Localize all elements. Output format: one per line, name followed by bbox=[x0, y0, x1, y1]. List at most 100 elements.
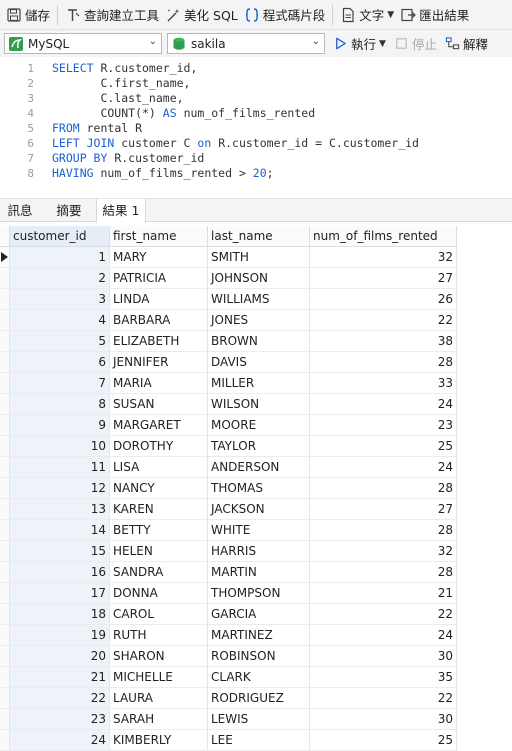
column-header-last-name[interactable]: last_name bbox=[208, 226, 310, 247]
cell-last-name[interactable]: RODRIGUEZ bbox=[208, 688, 310, 709]
cell-first-name[interactable]: JENNIFER bbox=[110, 352, 208, 373]
table-row[interactable]: 15 HELEN HARRIS 32 bbox=[0, 541, 512, 562]
row-selector[interactable] bbox=[0, 688, 10, 709]
cell-first-name[interactable]: KIMBERLY bbox=[110, 730, 208, 751]
table-row[interactable]: 22 LAURA RODRIGUEZ 22 bbox=[0, 688, 512, 709]
cell-customer-id[interactable]: 15 bbox=[10, 541, 110, 562]
connection-select[interactable]: MySQL ⌄ bbox=[4, 33, 162, 54]
table-row[interactable]: 8 SUSAN WILSON 24 bbox=[0, 394, 512, 415]
row-selector[interactable] bbox=[0, 562, 10, 583]
table-row[interactable]: 1 MARY SMITH 32 bbox=[0, 247, 512, 268]
cell-customer-id[interactable]: 24 bbox=[10, 730, 110, 751]
cell-first-name[interactable]: CAROL bbox=[110, 604, 208, 625]
row-selector[interactable] bbox=[0, 310, 10, 331]
row-selector[interactable] bbox=[0, 541, 10, 562]
cell-num-of-films-rented[interactable]: 26 bbox=[310, 289, 457, 310]
cell-customer-id[interactable]: 23 bbox=[10, 709, 110, 730]
cell-num-of-films-rented[interactable]: 24 bbox=[310, 625, 457, 646]
table-row[interactable]: 3 LINDA WILLIAMS 26 bbox=[0, 289, 512, 310]
sql-editor[interactable]: 1 SELECT R.customer_id, 2 C.first_name, 3 C… bbox=[0, 57, 512, 197]
table-row[interactable]: 10 DOROTHY TAYLOR 25 bbox=[0, 436, 512, 457]
table-row[interactable]: 2 PATRICIA JOHNSON 27 bbox=[0, 268, 512, 289]
row-selector[interactable] bbox=[0, 289, 10, 310]
row-selector[interactable] bbox=[0, 331, 10, 352]
cell-first-name[interactable]: MARY bbox=[110, 247, 208, 268]
table-row[interactable]: 24 KIMBERLY LEE 25 bbox=[0, 730, 512, 751]
row-selector[interactable] bbox=[0, 352, 10, 373]
cell-last-name[interactable]: SMITH bbox=[208, 247, 310, 268]
cell-num-of-films-rented[interactable]: 33 bbox=[310, 373, 457, 394]
cell-customer-id[interactable]: 4 bbox=[10, 310, 110, 331]
cell-first-name[interactable]: LAURA bbox=[110, 688, 208, 709]
cell-num-of-films-rented[interactable]: 32 bbox=[310, 247, 457, 268]
table-row[interactable]: 18 CAROL GARCIA 22 bbox=[0, 604, 512, 625]
cell-first-name[interactable]: SHARON bbox=[110, 646, 208, 667]
row-selector[interactable] bbox=[0, 415, 10, 436]
cell-last-name[interactable]: BROWN bbox=[208, 331, 310, 352]
row-selector[interactable] bbox=[0, 499, 10, 520]
beautify-sql-button[interactable]: 美化 SQL bbox=[162, 2, 241, 28]
cell-first-name[interactable]: MICHELLE bbox=[110, 667, 208, 688]
stop-button[interactable]: 停止 bbox=[394, 34, 437, 53]
cell-first-name[interactable]: MARIA bbox=[110, 373, 208, 394]
cell-customer-id[interactable]: 6 bbox=[10, 352, 110, 373]
cell-first-name[interactable]: SANDRA bbox=[110, 562, 208, 583]
table-row[interactable]: 11 LISA ANDERSON 24 bbox=[0, 457, 512, 478]
table-row[interactable]: 19 RUTH MARTINEZ 24 bbox=[0, 625, 512, 646]
column-header-customer-id[interactable]: customer_id bbox=[10, 226, 110, 247]
cell-customer-id[interactable]: 22 bbox=[10, 688, 110, 709]
cell-num-of-films-rented[interactable]: 28 bbox=[310, 562, 457, 583]
cell-first-name[interactable]: KAREN bbox=[110, 499, 208, 520]
cell-last-name[interactable]: LEWIS bbox=[208, 709, 310, 730]
row-selector[interactable] bbox=[0, 709, 10, 730]
cell-customer-id[interactable]: 13 bbox=[10, 499, 110, 520]
cell-customer-id[interactable]: 8 bbox=[10, 394, 110, 415]
cell-customer-id[interactable]: 1 bbox=[10, 247, 110, 268]
cell-customer-id[interactable]: 18 bbox=[10, 604, 110, 625]
cell-first-name[interactable]: DONNA bbox=[110, 583, 208, 604]
cell-customer-id[interactable]: 9 bbox=[10, 415, 110, 436]
row-selector[interactable] bbox=[0, 667, 10, 688]
cell-first-name[interactable]: HELEN bbox=[110, 541, 208, 562]
tab-message[interactable]: 訊息 bbox=[0, 199, 40, 222]
cell-num-of-films-rented[interactable]: 30 bbox=[310, 709, 457, 730]
save-button[interactable]: 儲存 bbox=[3, 2, 53, 28]
export-results-button[interactable]: 匯出結果 bbox=[397, 2, 472, 28]
cell-last-name[interactable]: MILLER bbox=[208, 373, 310, 394]
cell-customer-id[interactable]: 10 bbox=[10, 436, 110, 457]
row-selector[interactable] bbox=[0, 646, 10, 667]
table-row[interactable]: 14 BETTY WHITE 28 bbox=[0, 520, 512, 541]
table-row[interactable]: 4 BARBARA JONES 22 bbox=[0, 310, 512, 331]
cell-last-name[interactable]: ROBINSON bbox=[208, 646, 310, 667]
table-row[interactable]: 12 NANCY THOMAS 28 bbox=[0, 478, 512, 499]
cell-last-name[interactable]: THOMPSON bbox=[208, 583, 310, 604]
table-row[interactable]: 5 ELIZABETH BROWN 38 bbox=[0, 331, 512, 352]
cell-customer-id[interactable]: 20 bbox=[10, 646, 110, 667]
cell-last-name[interactable]: THOMAS bbox=[208, 478, 310, 499]
row-selector[interactable] bbox=[0, 625, 10, 646]
cell-customer-id[interactable]: 19 bbox=[10, 625, 110, 646]
cell-num-of-films-rented[interactable]: 24 bbox=[310, 457, 457, 478]
cell-num-of-films-rented[interactable]: 35 bbox=[310, 667, 457, 688]
table-row[interactable]: 17 DONNA THOMPSON 21 bbox=[0, 583, 512, 604]
cell-last-name[interactable]: CLARK bbox=[208, 667, 310, 688]
cell-last-name[interactable]: WHITE bbox=[208, 520, 310, 541]
cell-customer-id[interactable]: 17 bbox=[10, 583, 110, 604]
tab-result-1[interactable]: 結果 1 bbox=[96, 199, 146, 223]
cell-num-of-films-rented[interactable]: 25 bbox=[310, 436, 457, 457]
cell-last-name[interactable]: HARRIS bbox=[208, 541, 310, 562]
cell-last-name[interactable]: WILSON bbox=[208, 394, 310, 415]
cell-last-name[interactable]: JACKSON bbox=[208, 499, 310, 520]
query-builder-button[interactable]: 查詢建立工具 bbox=[62, 2, 162, 28]
row-selector[interactable] bbox=[0, 478, 10, 499]
cell-last-name[interactable]: JOHNSON bbox=[208, 268, 310, 289]
cell-num-of-films-rented[interactable]: 21 bbox=[310, 583, 457, 604]
cell-num-of-films-rented[interactable]: 22 bbox=[310, 688, 457, 709]
cell-first-name[interactable]: BARBARA bbox=[110, 310, 208, 331]
cell-last-name[interactable]: WILLIAMS bbox=[208, 289, 310, 310]
cell-customer-id[interactable]: 21 bbox=[10, 667, 110, 688]
cell-first-name[interactable]: SARAH bbox=[110, 709, 208, 730]
row-selector[interactable] bbox=[0, 436, 10, 457]
cell-customer-id[interactable]: 12 bbox=[10, 478, 110, 499]
table-row[interactable]: 9 MARGARET MOORE 23 bbox=[0, 415, 512, 436]
